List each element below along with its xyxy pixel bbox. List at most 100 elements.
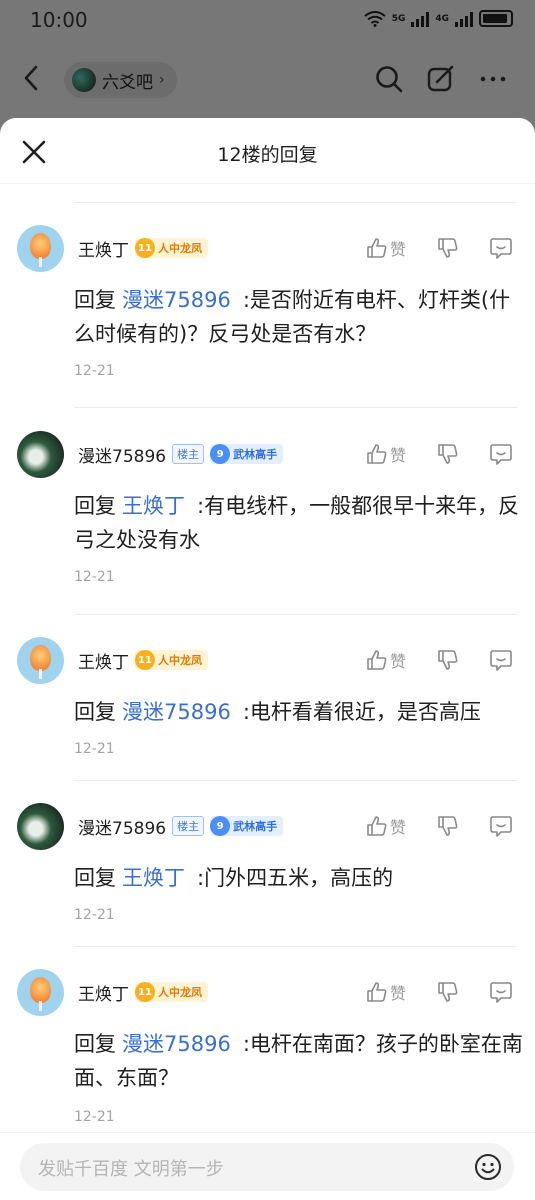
chevron-right-icon: › xyxy=(159,72,165,88)
status-icons: 5G 4G xyxy=(364,10,513,27)
reply-author-row: 漫迷75896 楼主 9 武林高手 xyxy=(78,441,284,467)
like-label: 赞 xyxy=(390,818,407,837)
forum-chip[interactable]: 六爻吧 › xyxy=(64,62,177,98)
level-number: 11 xyxy=(135,650,155,670)
signal-4g-label: 4G xyxy=(435,13,449,24)
reply-date: 12-21 xyxy=(74,907,115,923)
divider xyxy=(74,780,517,781)
avatar[interactable] xyxy=(17,225,64,272)
level-title: 人中龙凤 xyxy=(158,986,202,999)
status-time: 10:00 xyxy=(30,8,88,32)
reply-target-user[interactable]: 漫迷75896 xyxy=(122,700,231,724)
divider xyxy=(74,202,517,203)
comment-icon[interactable] xyxy=(489,813,513,839)
sheet-header: 12楼的回复 xyxy=(0,118,535,184)
back-arrow-icon[interactable] xyxy=(20,64,44,92)
username[interactable]: 漫迷75896 xyxy=(78,814,166,839)
like-button[interactable]: 赞 xyxy=(366,979,406,1005)
reply-sheet: 12楼的回复 王焕丁 11 人中龙凤 赞 回复 漫迷75896:是否附近有电杆、灯杆… xyxy=(0,118,535,1200)
reply-target-user[interactable]: 漫迷75896 xyxy=(122,288,231,312)
avatar[interactable] xyxy=(17,431,64,478)
username[interactable]: 漫迷75896 xyxy=(78,442,166,467)
reply-content: 回复 漫迷75896:电杆在南面？孩子的卧室在南面、东面？ xyxy=(74,1027,524,1095)
divider xyxy=(74,614,517,615)
forum-topbar: 六爻吧 › xyxy=(0,52,535,108)
thumbs-down-icon[interactable] xyxy=(437,647,459,673)
comment-icon[interactable] xyxy=(489,979,513,1005)
reply-date: 12-21 xyxy=(74,363,115,379)
like-button[interactable]: 赞 xyxy=(366,647,406,673)
avatar[interactable] xyxy=(17,969,64,1016)
forum-avatar xyxy=(72,68,96,92)
reply-prefix: 回复 xyxy=(74,866,116,890)
thumbs-down-icon[interactable] xyxy=(437,441,459,467)
forum-name: 六爻吧 xyxy=(102,72,153,93)
reply-target-user[interactable]: 漫迷75896 xyxy=(122,1032,231,1056)
reply-prefix: 回复 xyxy=(74,700,116,724)
reply-date: 12-21 xyxy=(74,1109,115,1125)
like-label: 赞 xyxy=(390,240,407,259)
reply-text: :门外四五米，高压的 xyxy=(197,866,394,890)
reply-content: 回复 王焕丁:有电线杆，一般都很早十来年，反弓之处没有水 xyxy=(74,489,524,557)
more-options-icon[interactable] xyxy=(478,64,508,94)
edit-post-icon[interactable] xyxy=(426,64,456,94)
thumbs-down-icon[interactable] xyxy=(437,235,459,261)
level-badge: 11 人中龙凤 xyxy=(135,982,208,1002)
reply-author-row: 王焕丁 11 人中龙凤 xyxy=(78,979,208,1005)
like-label: 赞 xyxy=(390,984,407,1003)
battery-icon xyxy=(479,10,513,27)
divider xyxy=(74,946,517,947)
level-number: 11 xyxy=(135,982,155,1002)
wifi-icon xyxy=(364,10,386,27)
reply-prefix: 回复 xyxy=(74,1032,116,1056)
sheet-title: 12楼的回复 xyxy=(217,144,318,166)
divider xyxy=(74,407,517,408)
reply-author-row: 王焕丁 11 人中龙凤 xyxy=(78,235,208,261)
avatar[interactable] xyxy=(17,803,64,850)
level-number: 9 xyxy=(210,816,231,836)
reply-prefix: 回复 xyxy=(74,288,116,312)
signal-bars-icon xyxy=(455,11,473,27)
reply-target-user[interactable]: 王焕丁 xyxy=(122,866,185,890)
reply-content: 回复 漫迷75896:是否附近有电杆、灯杆类(什么时候有的)？反弓处是否有水？ xyxy=(74,283,524,351)
level-badge: 9 武林高手 xyxy=(210,816,284,836)
reply-content: 回复 王焕丁 :门外四五米，高压的 xyxy=(74,861,524,895)
like-button[interactable]: 赞 xyxy=(366,235,406,261)
thumbs-up-icon xyxy=(367,650,387,670)
like-label: 赞 xyxy=(390,652,407,671)
status-bar: 10:00 5G 4G xyxy=(0,0,535,40)
level-badge: 9 武林高手 xyxy=(210,444,284,464)
level-title: 武林高手 xyxy=(233,820,278,833)
reply-date: 12-21 xyxy=(74,569,115,585)
owner-tag: 楼主 xyxy=(172,444,205,464)
reply-target-user[interactable]: 王焕丁 xyxy=(122,494,185,518)
thumbs-down-icon[interactable] xyxy=(437,979,459,1005)
like-button[interactable]: 赞 xyxy=(366,813,406,839)
reply-date: 12-21 xyxy=(74,741,115,757)
reply-author-row: 漫迷75896 楼主 9 武林高手 xyxy=(78,813,284,839)
reply-author-row: 王焕丁 11 人中龙凤 xyxy=(78,647,208,673)
comment-icon[interactable] xyxy=(489,235,513,261)
level-badge: 11 人中龙凤 xyxy=(135,238,208,258)
reply-content: 回复 漫迷75896:电杆看着很近，是否高压 xyxy=(74,695,524,729)
level-title: 人中龙凤 xyxy=(158,242,202,255)
username[interactable]: 王焕丁 xyxy=(78,648,129,673)
owner-tag: 楼主 xyxy=(172,816,205,836)
thumbs-down-icon[interactable] xyxy=(437,813,459,839)
level-title: 武林高手 xyxy=(233,448,278,461)
avatar[interactable] xyxy=(17,637,64,684)
like-button[interactable]: 赞 xyxy=(366,441,406,467)
thumbs-up-icon xyxy=(367,444,387,464)
level-number: 11 xyxy=(135,238,155,258)
username[interactable]: 王焕丁 xyxy=(78,980,129,1005)
comment-icon[interactable] xyxy=(489,647,513,673)
reply-prefix: 回复 xyxy=(74,494,116,518)
like-label: 赞 xyxy=(390,446,407,465)
emoji-icon[interactable] xyxy=(474,1153,502,1181)
signal-5g-label: 5G xyxy=(391,13,406,24)
search-icon[interactable] xyxy=(374,64,404,94)
username[interactable]: 王焕丁 xyxy=(78,236,129,261)
reply-input[interactable]: 发贴千百度 文明第一步 xyxy=(20,1143,514,1191)
thumbs-up-icon xyxy=(367,982,387,1002)
comment-icon[interactable] xyxy=(489,441,513,467)
